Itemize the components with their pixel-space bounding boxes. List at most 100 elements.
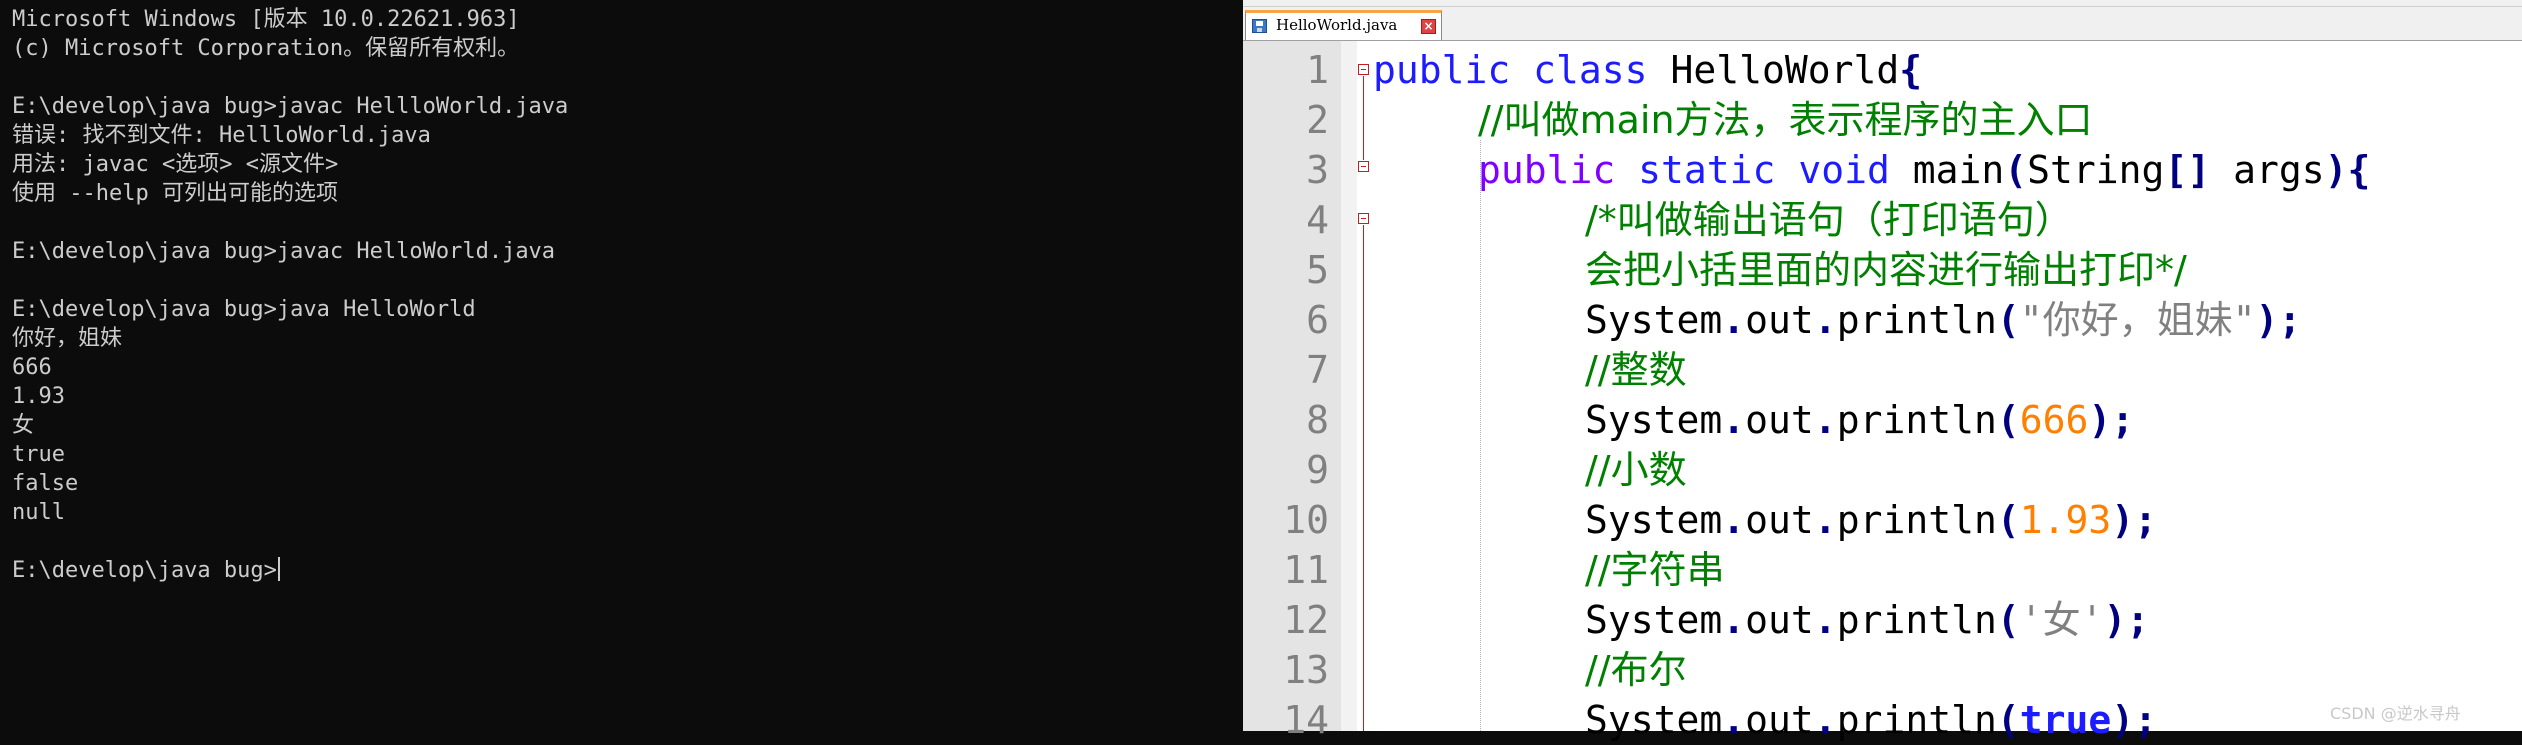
terminal-line: 使用 --help 可列出可能的选项 <box>12 181 338 206</box>
terminal-window[interactable]: Microsoft Windows [版本 10.0.22621.963] (c… <box>0 0 1243 731</box>
line-number: 6 <box>1306 298 1329 342</box>
line-number: 12 <box>1283 598 1329 642</box>
type-name: String <box>2027 148 2165 192</box>
param-name: args <box>2233 148 2325 192</box>
method-name: main <box>1912 148 2005 192</box>
identifier: println <box>1836 598 1997 642</box>
line-number: 8 <box>1306 398 1329 442</box>
identifier: System <box>1585 398 1723 442</box>
terminal-line: 女 <box>12 413 35 438</box>
fold-line <box>1363 76 1364 160</box>
code-line-3: public static void main(String[] args){ <box>1478 145 2370 195</box>
terminal-line: 666 <box>12 355 52 380</box>
editor-toolbar-edge <box>1243 0 2522 7</box>
tab-helloworld-java[interactable]: HelloWorld.java × <box>1245 10 1442 40</box>
paren-semicolon: ); <box>2088 398 2135 442</box>
floppy-disk-icon <box>1252 19 1267 33</box>
code-line-8: System.out.println(666); <box>1585 395 2134 445</box>
terminal-line: 1.93 <box>12 384 65 409</box>
fold-collapse-icon[interactable] <box>1358 161 1369 172</box>
tab-label: HelloWorld.java <box>1276 16 1398 34</box>
line-number-gutter: 1 2 3 4 5 6 7 8 9 10 11 12 13 14 <box>1243 41 1341 742</box>
comment: 会把小括里面的内容进行输出打印*/ <box>1585 248 2187 292</box>
fold-line <box>1363 270 1364 731</box>
identifier: System <box>1585 598 1723 642</box>
dot: . <box>1722 498 1746 542</box>
terminal-line: true <box>12 442 65 467</box>
identifier: System <box>1585 298 1723 342</box>
class-name: HelloWorld <box>1670 48 1900 92</box>
string-literal: "你好，姐妹" <box>2019 298 2256 342</box>
paren: ( <box>1996 698 2020 742</box>
code-line-5: 会把小括里面的内容进行输出打印*/ <box>1585 245 2187 295</box>
paren: ( <box>1996 598 2020 642</box>
terminal-line: false <box>12 471 79 496</box>
dot: . <box>1722 598 1746 642</box>
dot: . <box>1813 698 1837 742</box>
comment: //整数 <box>1585 348 1687 392</box>
code-line-9: //小数 <box>1585 445 1687 495</box>
identifier: println <box>1836 398 1997 442</box>
close-icon[interactable]: × <box>1421 19 1436 34</box>
dot: . <box>1813 598 1837 642</box>
code-line-12: System.out.println('女'); <box>1585 595 2149 645</box>
number-literal: 1.93 <box>2019 498 2112 542</box>
terminal-line: 你好，姐妹 <box>12 326 123 351</box>
line-number: 7 <box>1306 348 1329 392</box>
terminal-prompt: E:\develop\java bug> <box>12 558 277 583</box>
comment: //布尔 <box>1585 648 1687 692</box>
code-line-14: System.out.println(true); <box>1585 695 2157 745</box>
terminal-line: (c) Microsoft Corporation。保留所有权利。 <box>12 36 520 61</box>
code-line-11: //字符串 <box>1585 545 1725 595</box>
fold-line <box>1363 225 1364 270</box>
terminal-prompt-line[interactable]: E:\develop\java bug> <box>12 556 280 585</box>
comment: //叫做main方法，表示程序的主入口 <box>1478 98 2093 142</box>
identifier: out <box>1745 698 1814 742</box>
comment: /*叫做输出语句（打印语句） <box>1585 198 2073 242</box>
identifier: System <box>1585 698 1723 742</box>
fold-collapse-icon[interactable] <box>1358 64 1369 75</box>
line-number: 10 <box>1283 498 1329 542</box>
line-number: 4 <box>1306 198 1329 242</box>
line-number: 9 <box>1306 448 1329 492</box>
code-line-1: public class HelloWorld{ <box>1373 45 1922 95</box>
boolean-literal: true <box>2019 698 2112 742</box>
keyword: void <box>1798 148 1890 192</box>
dot: . <box>1813 498 1837 542</box>
line-number: 1 <box>1306 48 1329 92</box>
comment: //小数 <box>1585 448 1687 492</box>
watermark: CSDN @逆水寻舟 <box>2330 704 2461 723</box>
line-number: 14 <box>1283 698 1329 742</box>
keyword: static <box>1638 148 1776 192</box>
indent-guide <box>1480 140 1481 731</box>
text-cursor <box>277 557 280 581</box>
code-line-10: System.out.println(1.93); <box>1585 495 2157 545</box>
terminal-line: 错误: 找不到文件: HellloWorld.java <box>12 123 431 148</box>
code-line-13: //布尔 <box>1585 645 1687 695</box>
fold-collapse-icon[interactable] <box>1358 213 1369 224</box>
identifier: println <box>1836 498 1997 542</box>
paren-semicolon: ); <box>2255 298 2302 342</box>
code-line-7: //整数 <box>1585 345 1687 395</box>
brackets: [] <box>2164 148 2211 192</box>
identifier: out <box>1745 298 1814 342</box>
paren: ( <box>1996 298 2020 342</box>
line-number: 13 <box>1283 648 1329 692</box>
char-literal: '女' <box>2019 598 2104 642</box>
terminal-line: null <box>12 500 65 525</box>
paren-semicolon: ); <box>2111 498 2158 542</box>
identifier: out <box>1745 398 1814 442</box>
number-literal: 666 <box>2019 398 2089 442</box>
paren: ( <box>1996 498 2020 542</box>
paren: ( <box>1996 398 2020 442</box>
dot: . <box>1722 398 1746 442</box>
paren: ( <box>2004 148 2028 192</box>
terminal-line: Microsoft Windows [版本 10.0.22621.963] <box>12 7 520 32</box>
line-number: 5 <box>1306 248 1329 292</box>
identifier: out <box>1745 498 1814 542</box>
terminal-line: 用法: javac <选项> <源文件> <box>12 152 339 177</box>
line-number: 11 <box>1283 548 1329 592</box>
code-line-4: /*叫做输出语句（打印语句） <box>1585 195 2073 245</box>
code-line-2: //叫做main方法，表示程序的主入口 <box>1478 95 2093 145</box>
paren-semicolon: ); <box>2103 598 2150 642</box>
